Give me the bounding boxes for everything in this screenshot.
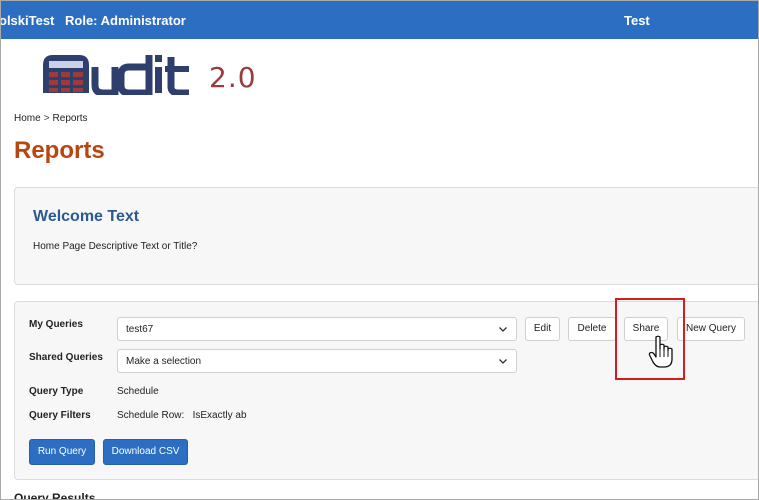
query-type-label: Query Type <box>29 386 84 397</box>
query-filters-label: Query Filters <box>29 410 91 421</box>
logo-version: 2.0 <box>209 61 257 94</box>
query-type-value: Schedule <box>117 386 159 397</box>
shared-queries-label: Shared Queries <box>29 352 103 363</box>
breadcrumb-separator: > <box>43 113 50 124</box>
breadcrumb-home[interactable]: Home <box>14 113 41 124</box>
chevron-down-icon <box>499 327 507 332</box>
my-queries-label: My Queries <box>29 319 83 330</box>
breadcrumb-current: Reports <box>52 113 88 124</box>
username-label[interactable]: olskiTest <box>1 13 54 28</box>
role-label: Role: Administrator <box>65 13 186 28</box>
topbar-right-label[interactable]: Test <box>624 13 650 28</box>
run-query-button[interactable]: Run Query <box>29 439 95 465</box>
chevron-down-icon <box>499 359 507 364</box>
welcome-description: Home Page Descriptive Text or Title? <box>33 241 198 252</box>
download-csv-button[interactable]: Download CSV <box>103 439 188 465</box>
audit-logo-icon <box>43 55 189 95</box>
new-query-button[interactable]: New Query <box>677 317 745 341</box>
edit-button[interactable]: Edit <box>525 317 560 341</box>
shared-queries-select[interactable]: Make a selection <box>117 349 517 373</box>
shared-queries-value: Make a selection <box>126 356 202 367</box>
welcome-card: Welcome Text Home Page Descriptive Text … <box>14 187 758 285</box>
query-filters-value: Schedule Row: IsExactly ab <box>117 410 247 421</box>
page-title: Reports <box>14 137 105 164</box>
my-queries-select[interactable]: test67 <box>117 317 517 341</box>
breadcrumb: Home > Reports <box>14 113 88 124</box>
welcome-title: Welcome Text <box>33 208 140 225</box>
hand-pointer-icon <box>648 335 673 368</box>
my-queries-value: test67 <box>126 324 154 335</box>
delete-button[interactable]: Delete <box>568 317 616 341</box>
app-window: olskiTest Role: Administrator Test 2.0 H… <box>0 0 759 500</box>
top-navbar: olskiTest Role: Administrator Test <box>1 1 758 39</box>
query-results-heading: Query Results <box>14 491 96 500</box>
